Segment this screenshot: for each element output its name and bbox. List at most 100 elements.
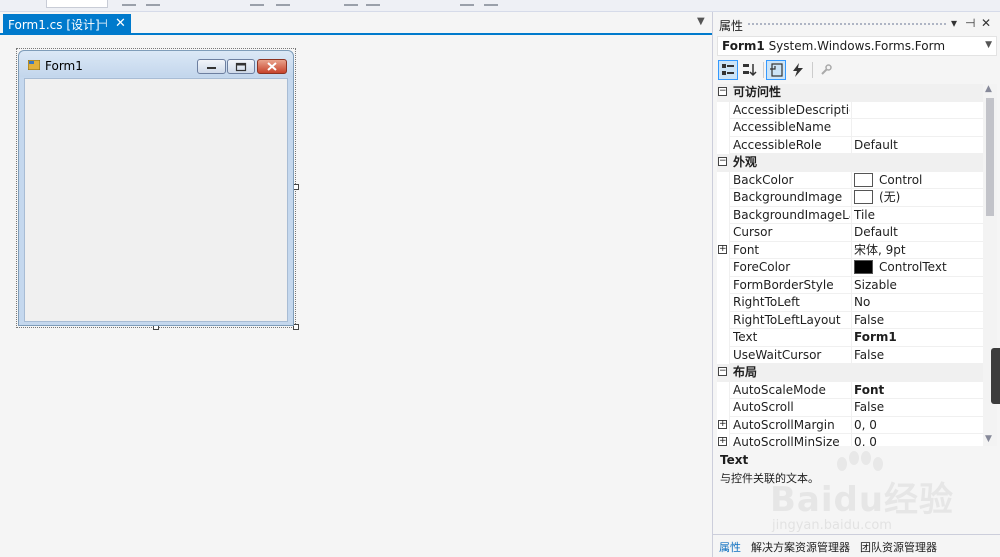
property-value[interactable]: Control <box>854 172 982 189</box>
property-row[interactable]: AccessibleDescription <box>717 101 983 120</box>
grid-line <box>851 119 852 137</box>
property-value[interactable]: Default <box>854 137 982 154</box>
property-row[interactable]: BackgroundImageLayout Tile <box>717 206 983 225</box>
property-category[interactable]: − 布局 <box>717 364 983 382</box>
toolbar-combo[interactable] <box>46 0 108 8</box>
property-name: AccessibleRole <box>733 137 822 152</box>
form-close-button[interactable] <box>257 59 287 74</box>
scroll-up-icon[interactable]: ▲ <box>985 84 992 94</box>
close-icon[interactable]: ✕ <box>981 16 991 30</box>
document-tab-bar: Form1.cs [设计] ⊣ ✕ ▼ <box>0 12 712 35</box>
expand-icon[interactable]: + <box>718 437 727 446</box>
property-row[interactable]: AutoScroll False <box>717 399 983 417</box>
toolbar-button[interactable] <box>366 0 380 6</box>
toolbar-button[interactable] <box>122 0 136 6</box>
property-value[interactable]: False <box>854 399 982 416</box>
toolbar-button[interactable] <box>250 0 264 6</box>
grid-line <box>729 346 730 365</box>
watermark: Baidu经验 jingyan.baidu.com <box>760 450 960 540</box>
property-value-text: Control <box>879 172 923 187</box>
property-name: RightToLeft <box>733 295 800 309</box>
scroll-down-icon[interactable]: ▼ <box>985 434 992 444</box>
minimize-button[interactable] <box>197 59 226 74</box>
property-row[interactable]: Text Form1 <box>717 329 983 347</box>
property-row[interactable]: + Font 宋体, 9pt <box>717 241 983 260</box>
collapse-icon[interactable]: − <box>718 367 727 376</box>
grid-line <box>729 189 730 207</box>
property-value[interactable]: Tile <box>854 207 982 224</box>
sort-alpha-icon <box>743 64 757 77</box>
property-value[interactable]: 宋体, 9pt <box>854 242 982 259</box>
property-value[interactable]: 0, 0 <box>854 417 982 434</box>
grid-line <box>851 259 852 277</box>
property-row[interactable]: RightToLeftLayout False <box>717 311 983 330</box>
property-row[interactable]: AccessibleName <box>717 119 983 137</box>
collapse-icon[interactable]: − <box>718 87 727 96</box>
property-row[interactable]: AutoScaleMode Font <box>717 381 983 400</box>
toolbar-button[interactable] <box>344 0 358 6</box>
property-value[interactable]: 0, 0 <box>854 434 982 446</box>
pin-icon[interactable]: ⊣ <box>98 17 108 30</box>
toolbar-button[interactable] <box>146 0 160 6</box>
tab-team-explorer[interactable]: 团队资源管理器 <box>860 539 937 555</box>
close-icon <box>267 62 277 71</box>
property-row[interactable]: BackColor Control <box>717 171 983 190</box>
grid-line <box>729 171 730 190</box>
toolbar-button[interactable] <box>484 0 498 6</box>
property-value[interactable]: Form1 <box>854 329 982 346</box>
collapse-icon[interactable]: − <box>718 157 727 166</box>
property-row[interactable]: UseWaitCursor False <box>717 346 983 365</box>
property-row[interactable]: RightToLeft No <box>717 294 983 312</box>
property-name: UseWaitCursor <box>733 347 822 362</box>
panel-menu-icon[interactable]: ▾ <box>951 16 957 30</box>
property-value[interactable]: False <box>854 347 982 364</box>
grid-line <box>851 434 852 446</box>
tab-form1-design[interactable]: Form1.cs [设计] ⊣ ✕ <box>3 14 131 35</box>
property-row[interactable]: + AutoScrollMinSize 0, 0 <box>717 434 983 446</box>
property-value-text: Default <box>854 225 898 239</box>
property-value[interactable]: No <box>854 294 982 311</box>
property-row[interactable]: Cursor Default <box>717 224 983 242</box>
property-row[interactable]: BackgroundImage (无) <box>717 189 983 207</box>
close-icon[interactable]: ✕ <box>115 16 126 31</box>
scrollbar-thumb[interactable] <box>986 98 994 216</box>
property-grid: −可访问性AccessibleDescriptionAccessibleName… <box>717 84 983 446</box>
property-category[interactable]: − 可访问性 <box>717 84 983 102</box>
property-row[interactable]: AccessibleRole Default <box>717 136 983 155</box>
toolbar-button[interactable] <box>276 0 290 6</box>
expand-icon[interactable]: + <box>718 244 727 254</box>
property-category[interactable]: − 外观 <box>717 154 983 172</box>
grid-line <box>851 224 852 242</box>
form-client-area[interactable] <box>24 78 288 322</box>
panel-grip[interactable] <box>747 22 947 27</box>
category-label: 可访问性 <box>733 85 782 99</box>
alphabetical-button[interactable] <box>740 60 760 80</box>
designer-form[interactable]: Form1 <box>18 50 294 326</box>
tab-dropdown-icon[interactable]: ▼ <box>697 16 705 27</box>
expand-icon[interactable]: + <box>718 419 727 429</box>
property-row[interactable]: ForeColor ControlText <box>717 259 983 277</box>
property-value-text: Default <box>854 137 898 152</box>
property-row[interactable]: FormBorderStyle Sizable <box>717 276 983 295</box>
property-value[interactable]: Sizable <box>854 277 982 294</box>
events-button[interactable] <box>788 60 808 80</box>
tab-properties[interactable]: 属性 <box>719 539 741 555</box>
object-selector[interactable]: Form1 System.Windows.Forms.Form ▼ <box>717 36 997 56</box>
categorized-button[interactable] <box>718 60 738 80</box>
property-name: BackColor <box>733 172 794 187</box>
property-value[interactable]: Default <box>854 224 982 241</box>
property-value[interactable]: Font <box>854 382 982 399</box>
tab-solution-explorer[interactable]: 解决方案资源管理器 <box>751 539 850 555</box>
toolbar-button[interactable] <box>460 0 474 6</box>
grid-line <box>851 294 852 312</box>
properties-view-button[interactable] <box>766 60 786 80</box>
maximize-button[interactable] <box>227 59 255 74</box>
minimize-icon <box>207 67 216 69</box>
property-value[interactable]: ControlText <box>854 259 982 276</box>
tab-label: Form1.cs [设计] <box>8 18 100 32</box>
pin-icon[interactable]: ⊣ <box>965 16 975 30</box>
property-pages-button[interactable] <box>816 60 836 80</box>
property-value[interactable]: False <box>854 312 982 329</box>
property-row[interactable]: + AutoScrollMargin 0, 0 <box>717 416 983 435</box>
property-value[interactable]: (无) <box>854 189 982 206</box>
